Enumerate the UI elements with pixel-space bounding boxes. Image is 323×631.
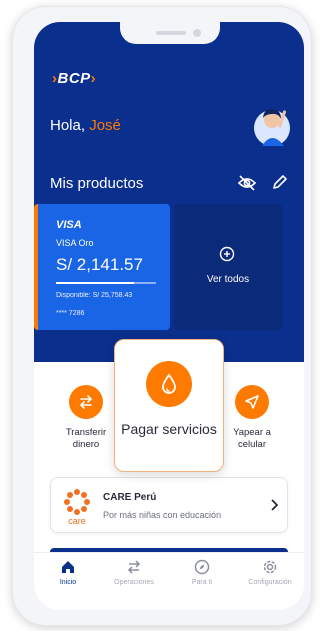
pay-services-circle (146, 361, 192, 407)
care-banner[interactable]: care CARE Perú Por más niñas con educaci… (50, 477, 288, 533)
tab-settings[interactable]: Configuración (240, 559, 300, 586)
card-balance: S/ 2,141.57 (56, 255, 143, 274)
transfer-icon (80, 395, 92, 409)
yape-label: Yapear a celular (233, 427, 271, 450)
gear-icon (263, 560, 277, 574)
transfer-circle (69, 385, 103, 419)
card-type: VISA Oro (56, 238, 94, 248)
hide-balance-icon[interactable] (238, 175, 256, 191)
care-logo-text: care (68, 516, 86, 526)
yape-button[interactable]: Yapear a celular (220, 385, 284, 451)
card-number: **** 7286 (56, 310, 85, 317)
app-screen: ›BCP› Hola, José Mis productos VISA VISA… (34, 22, 304, 610)
banner-title: CARE Perú (103, 492, 157, 503)
drop-icon (162, 373, 176, 394)
credit-bar-fill (56, 282, 134, 284)
plus-circle-icon (219, 246, 235, 262)
chevron-right-icon (271, 499, 278, 511)
edit-icon[interactable] (272, 174, 288, 190)
transfer-label: Transferir dinero (65, 427, 107, 450)
products-title: Mis productos (50, 175, 144, 192)
compass-icon (194, 559, 210, 575)
phone-notch (120, 22, 220, 44)
visa-card[interactable]: VISA VISA Oro S/ 2,141.57 Disponible: S/… (34, 204, 170, 330)
speaker (156, 31, 186, 35)
banner-subtitle: Por más niñas con educación (103, 510, 222, 520)
visa-brand: VISA (56, 219, 82, 231)
credit-bar (56, 282, 156, 284)
swap-icon (127, 560, 141, 574)
user-name: José (89, 117, 121, 134)
see-all-card[interactable]: Ver todos (174, 204, 282, 330)
transfer-button[interactable]: Transferir dinero (54, 385, 118, 451)
pay-services-label: Pagar servicios (121, 421, 217, 437)
pay-services-button[interactable]: Pagar servicios (114, 339, 224, 472)
camera (193, 29, 201, 37)
tab-label: Inicio (59, 579, 77, 586)
bottom-tab-bar: Inicio Operaciones Para ti Configuración (34, 552, 304, 610)
tab-operations[interactable]: Operaciones (104, 559, 164, 586)
see-all-label: Ver todos (206, 274, 250, 285)
tab-home[interactable]: Inicio (38, 559, 98, 586)
avatar[interactable] (248, 100, 292, 148)
tab-label: Para ti (191, 579, 213, 586)
send-icon (245, 395, 259, 409)
greeting-text: Hola, (50, 117, 90, 134)
tab-for-you[interactable]: Para ti (172, 559, 232, 586)
logo-text: BCP (57, 70, 91, 87)
bcp-logo: ›BCP› (52, 70, 97, 87)
home-icon (62, 561, 74, 573)
care-logo: care (64, 489, 90, 526)
greeting: Hola, José (50, 117, 121, 134)
tab-label: Operaciones (114, 579, 154, 586)
tab-label: Configuración (248, 579, 292, 586)
available-credit: Disponible: S/ 25,758.43 (56, 292, 133, 299)
yape-circle (235, 385, 269, 419)
